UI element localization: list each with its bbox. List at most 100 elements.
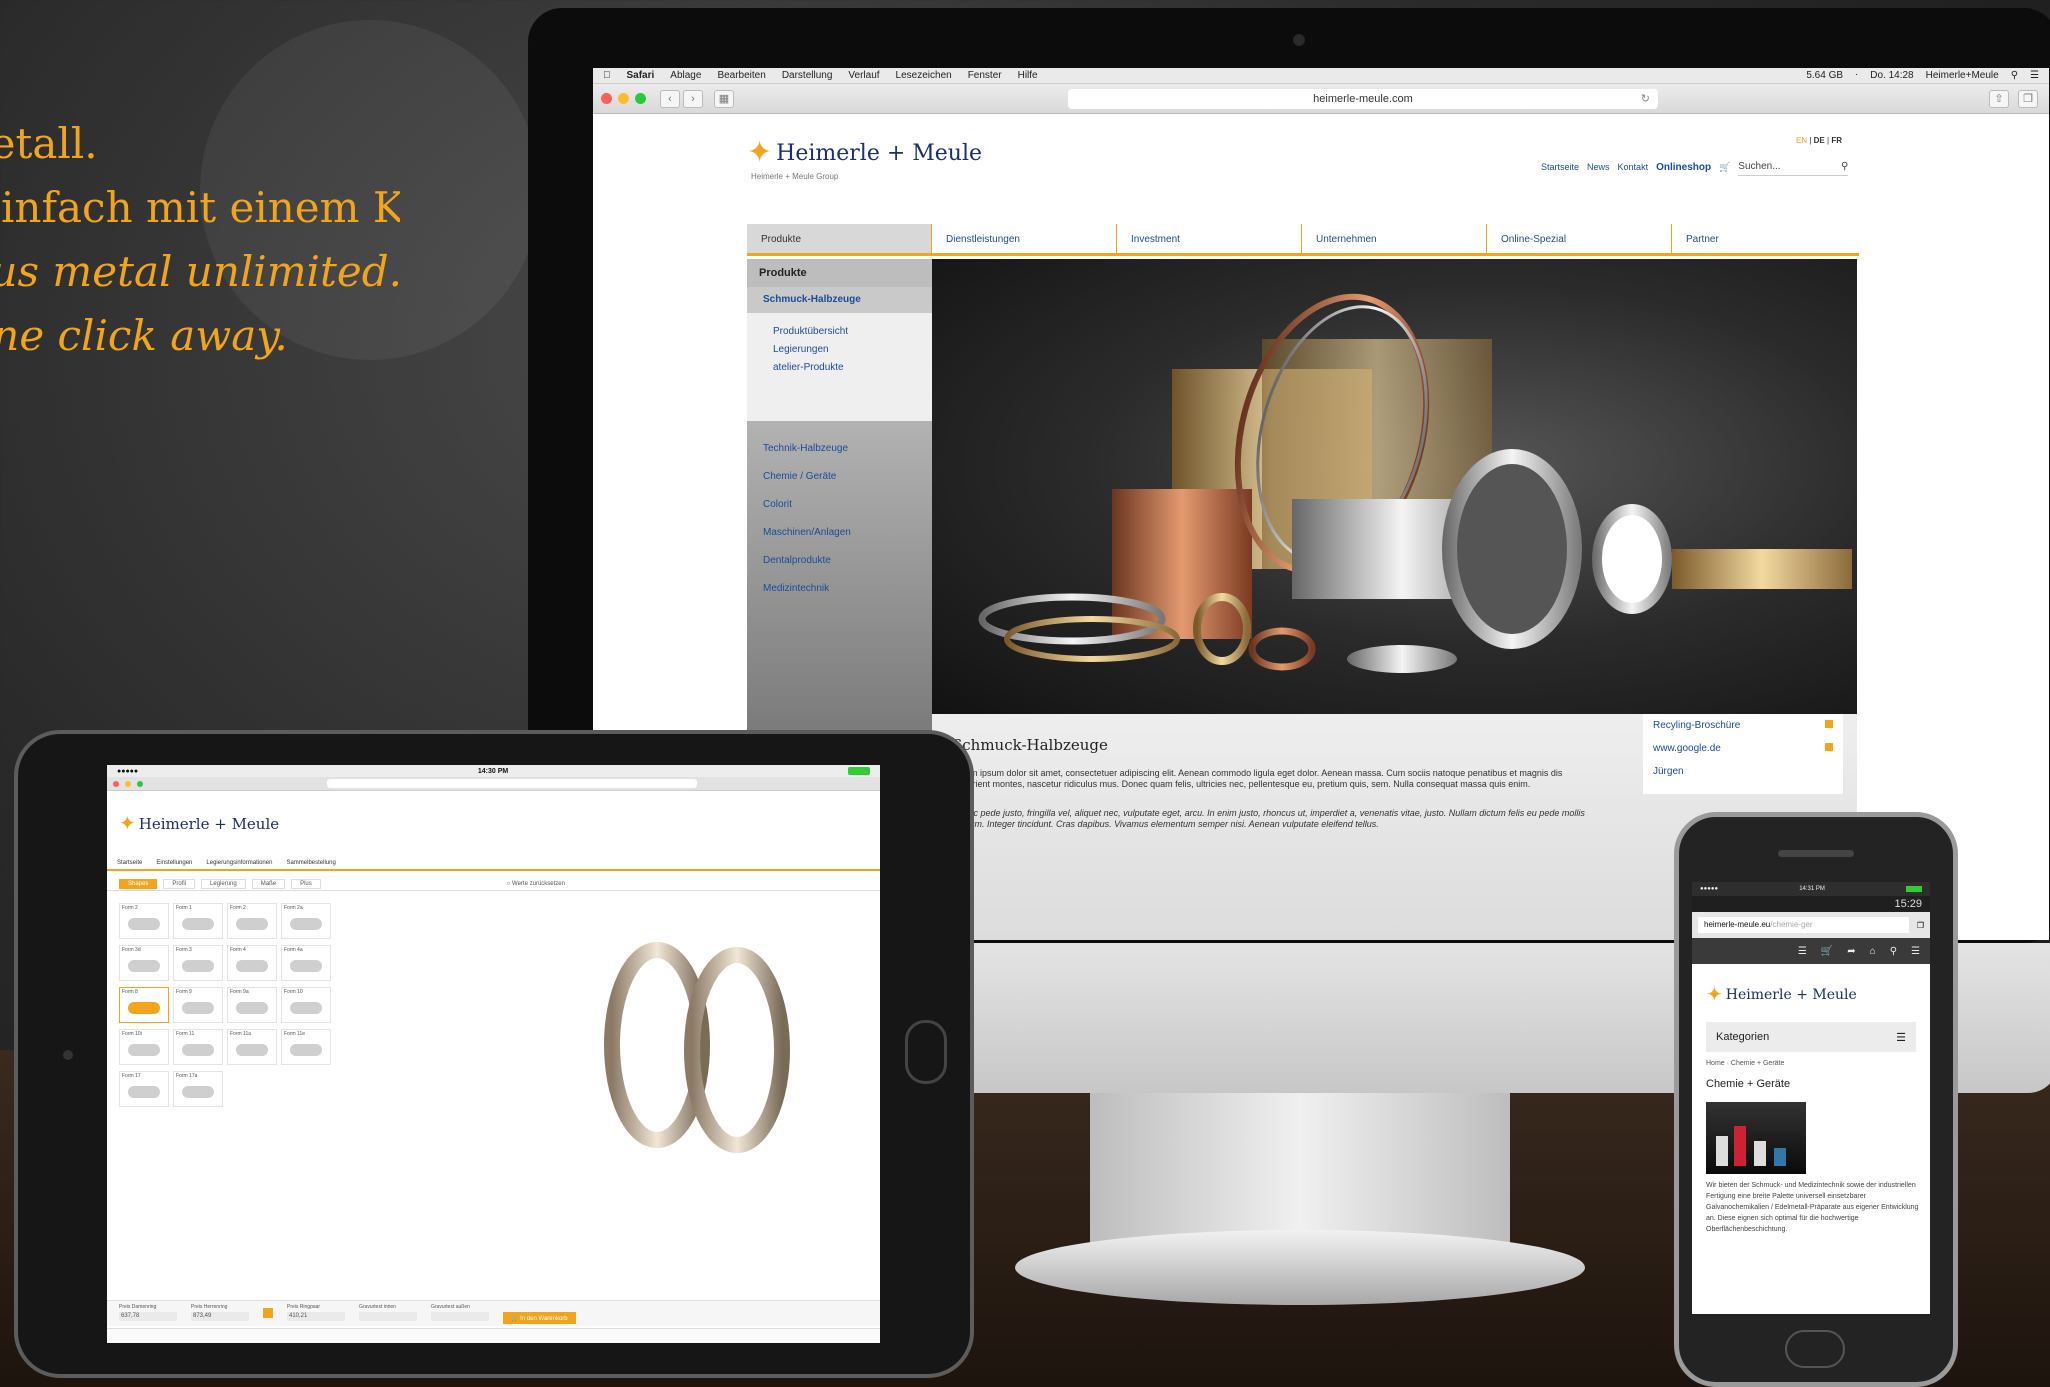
breadcrumb[interactable]: Home · Chemie + Geräte bbox=[1706, 1060, 1784, 1067]
shape-option[interactable]: Form 11e bbox=[281, 1029, 331, 1065]
hamburger-icon[interactable]: ☰ bbox=[1896, 1031, 1906, 1044]
menu-icon[interactable]: ☰ bbox=[1911, 946, 1920, 957]
shape-option[interactable]: Form 9a bbox=[227, 987, 277, 1023]
back-icon[interactable]: ‹ bbox=[660, 89, 680, 108]
link-onlineshop[interactable]: Onlineshop bbox=[1656, 162, 1711, 173]
lang-fr[interactable]: FR bbox=[1831, 136, 1842, 145]
sidebar-item-medizintechnik[interactable]: Medizintechnik bbox=[763, 575, 916, 603]
menu-bearbeiten[interactable]: Bearbeiten bbox=[717, 70, 765, 81]
sidebar-item-maschinen-anlagen[interactable]: Maschinen/Anlagen bbox=[763, 519, 916, 547]
shape-option[interactable]: Form 2 bbox=[227, 903, 277, 939]
menu-hilfe[interactable]: Hilfe bbox=[1018, 70, 1038, 81]
tab-legierung[interactable]: Legierung bbox=[201, 878, 246, 889]
reload-icon[interactable]: ↻ bbox=[1641, 89, 1650, 109]
memory-status[interactable]: 5.64 GB bbox=[1806, 70, 1843, 81]
zoom-window-icon[interactable] bbox=[635, 93, 646, 104]
cart-icon[interactable]: 🛒 bbox=[1719, 162, 1730, 173]
sidebar-item-technik-halbzeuge[interactable]: Technik-Halbzeuge bbox=[763, 435, 916, 463]
ipad-nav-sammelbestellung[interactable]: Sammelbestellung bbox=[286, 860, 335, 866]
shape-option[interactable]: Form 17a bbox=[173, 1071, 223, 1107]
sidebar-sub-legierungen[interactable]: Legierungen bbox=[773, 341, 932, 359]
info-icon[interactable] bbox=[263, 1308, 273, 1318]
nav-produkte[interactable]: Produkte bbox=[747, 224, 932, 253]
list-icon[interactable]: ☰ bbox=[1798, 946, 1807, 957]
address-bar[interactable]: heimerle-meule.com ↻ bbox=[1068, 88, 1658, 109]
link-kontakt[interactable]: Kontakt bbox=[1618, 162, 1649, 172]
search-icon[interactable]: ⚲ bbox=[1890, 946, 1897, 957]
reset-checkbox[interactable]: ○ Werte zurücksetzen bbox=[507, 881, 565, 887]
nav-partner[interactable]: Partner bbox=[1672, 224, 1857, 253]
home-icon[interactable]: ⌂ bbox=[1870, 946, 1876, 957]
add-to-cart-button[interactable]: 🛒 In den Warenkorb bbox=[503, 1312, 576, 1324]
shape-option[interactable]: Form 10 bbox=[281, 987, 331, 1023]
link-recyling-broschuere[interactable]: Recyling-Broschüre bbox=[1643, 714, 1843, 737]
cart-icon[interactable]: 🛒 bbox=[1821, 946, 1833, 957]
link-startseite[interactable]: Startseite bbox=[1541, 162, 1579, 172]
close-icon[interactable] bbox=[113, 780, 119, 787]
zoom-icon[interactable] bbox=[137, 780, 143, 787]
engraving-outside-input[interactable] bbox=[431, 1312, 489, 1321]
shape-option[interactable]: Form 2a bbox=[281, 903, 331, 939]
close-window-icon[interactable] bbox=[601, 93, 612, 104]
shape-option-selected[interactable]: Form 8 bbox=[119, 987, 169, 1023]
sidebar-sub-produktuebersicht[interactable]: Produktübersicht bbox=[773, 323, 932, 341]
shape-option[interactable]: Form 2 bbox=[119, 903, 169, 939]
minimize-window-icon[interactable] bbox=[618, 93, 629, 104]
shape-option[interactable]: Form 11a bbox=[227, 1029, 277, 1065]
phone-url[interactable]: heimerle-meule.eu/chemie-ger bbox=[1698, 917, 1909, 933]
tab-plus[interactable]: Plus bbox=[291, 878, 321, 889]
forward-icon[interactable]: › bbox=[683, 89, 703, 108]
search-input[interactable]: Suchen... ⚲ bbox=[1738, 158, 1849, 176]
share-icon[interactable]: ⇧ bbox=[1989, 89, 2009, 108]
nav-dienstleistungen[interactable]: Dienstleistungen bbox=[932, 224, 1117, 253]
shape-option[interactable]: Form 3 bbox=[173, 945, 223, 981]
share-icon[interactable]: ➦ bbox=[1847, 946, 1855, 957]
lang-de[interactable]: DE bbox=[1814, 136, 1825, 145]
list-icon[interactable]: ☰ bbox=[2030, 70, 2039, 81]
shape-option[interactable]: Form 9 bbox=[173, 987, 223, 1023]
tab-profil[interactable]: Profil bbox=[163, 878, 196, 889]
tab-shapes[interactable]: Shapes bbox=[119, 878, 158, 889]
sidebar-item-schmuck-halbzeuge[interactable]: Schmuck-Halbzeuge bbox=[747, 287, 932, 313]
menu-ablage[interactable]: Ablage bbox=[670, 70, 701, 81]
phone-logo[interactable]: ✦ Heimerle + Meule bbox=[1706, 982, 1857, 1007]
user-menu[interactable]: Heimerle+Meule bbox=[1926, 70, 1999, 81]
sidebar-item-chemie-geraete[interactable]: Chemie / Geräte bbox=[763, 463, 916, 491]
shape-option[interactable]: Form 3d bbox=[119, 945, 169, 981]
engraving-inside-input[interactable] bbox=[359, 1312, 417, 1321]
lang-en[interactable]: EN bbox=[1796, 136, 1807, 145]
shape-option[interactable]: Form 10i bbox=[119, 1029, 169, 1065]
shape-option[interactable]: Form 4a bbox=[281, 945, 331, 981]
shape-option[interactable]: Form 4 bbox=[227, 945, 277, 981]
menu-verlauf[interactable]: Verlauf bbox=[848, 70, 879, 81]
shape-option[interactable]: Form 17 bbox=[119, 1071, 169, 1107]
shape-option[interactable]: Form 1 bbox=[173, 903, 223, 939]
menu-darstellung[interactable]: Darstellung bbox=[782, 70, 833, 81]
ipad-nav-startseite[interactable]: Startseite bbox=[117, 860, 142, 866]
shape-option[interactable]: Form 11 bbox=[173, 1029, 223, 1065]
link-news[interactable]: News bbox=[1587, 162, 1610, 172]
phone-address-bar[interactable]: heimerle-meule.eu/chemie-ger ❐ bbox=[1692, 912, 1930, 938]
ipad-logo[interactable]: ✦ Heimerle + Meule bbox=[119, 811, 279, 836]
sidebar-item-colorit[interactable]: Colorit bbox=[763, 491, 916, 519]
nav-online-spezial[interactable]: Online-Spezial bbox=[1487, 224, 1672, 253]
ipad-nav-einstellungen[interactable]: Einstellungen bbox=[156, 860, 192, 866]
categories-menu[interactable]: Kategorien ☰ bbox=[1706, 1022, 1916, 1052]
spotlight-icon[interactable]: ⚲ bbox=[2011, 70, 2018, 81]
menu-safari[interactable]: Safari bbox=[627, 70, 655, 81]
menu-fenster[interactable]: Fenster bbox=[968, 70, 1002, 81]
nav-investment[interactable]: Investment bbox=[1117, 224, 1302, 253]
site-logo[interactable]: ✦ Heimerle + Meule bbox=[747, 138, 982, 168]
tab-masse[interactable]: Maße bbox=[251, 878, 286, 889]
apple-icon[interactable]:  bbox=[603, 70, 611, 81]
sidebar-sub-atelier-produkte[interactable]: atelier-Produkte bbox=[773, 359, 932, 377]
menu-lesezeichen[interactable]: Lesezeichen bbox=[896, 70, 952, 81]
tabs-icon[interactable]: ❐ bbox=[2018, 89, 2038, 108]
search-icon[interactable]: ⚲ bbox=[1841, 161, 1848, 172]
wifi-icon[interactable]: ⋅ bbox=[1855, 70, 1858, 81]
ipad-address-bar[interactable] bbox=[326, 779, 697, 788]
tabs-icon[interactable]: ❐ bbox=[1917, 921, 1924, 930]
clock[interactable]: Do. 14:28 bbox=[1870, 70, 1913, 81]
link-juergen[interactable]: Jürgen bbox=[1643, 760, 1843, 783]
link-google[interactable]: www.google.de bbox=[1643, 737, 1843, 760]
